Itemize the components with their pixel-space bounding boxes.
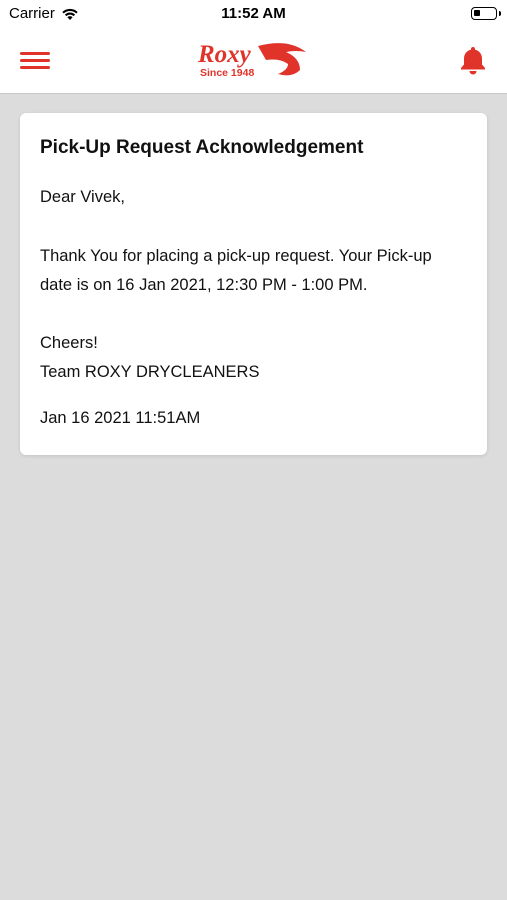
notification-timestamp: Jan 16 2021 11:51AM [40, 409, 201, 427]
notification-body-line: date is on 16 Jan 2021, 12:30 PM - 1:00 … [40, 276, 368, 294]
app-header: Roxy Since 1948 [0, 28, 507, 94]
bell-icon[interactable] [457, 44, 489, 76]
status-bar: Carrier 11:52 AM [0, 0, 507, 28]
roxy-logo: Roxy Since 1948 [197, 41, 306, 79]
notification-title: Pick-Up Request Acknowledgement [40, 137, 364, 158]
notification-body: Thank You for placing a pick-up request.… [40, 242, 467, 300]
svg-text:Since 1948: Since 1948 [200, 67, 254, 79]
battery-icon [471, 7, 501, 20]
svg-text:Roxy: Roxy [197, 41, 252, 68]
notification-greeting: Dear Vivek, [40, 188, 125, 206]
notification-screen: Carrier 11:52 AM Roxy Since 1948 Pick-Up… [0, 0, 507, 900]
notification-body-line: Thank You for placing a pick-up request.… [40, 247, 432, 265]
signoff-cheers: Cheers! [40, 334, 98, 352]
signoff-team: Team ROXY DRYCLEANERS [40, 363, 260, 381]
notification-card[interactable]: Pick-Up Request Acknowledgement Dear Viv… [20, 113, 487, 455]
status-time: 11:52 AM [221, 5, 286, 22]
hamburger-menu-icon[interactable] [18, 48, 52, 72]
notification-signoff: Cheers! Team ROXY DRYCLEANERS [40, 329, 467, 387]
